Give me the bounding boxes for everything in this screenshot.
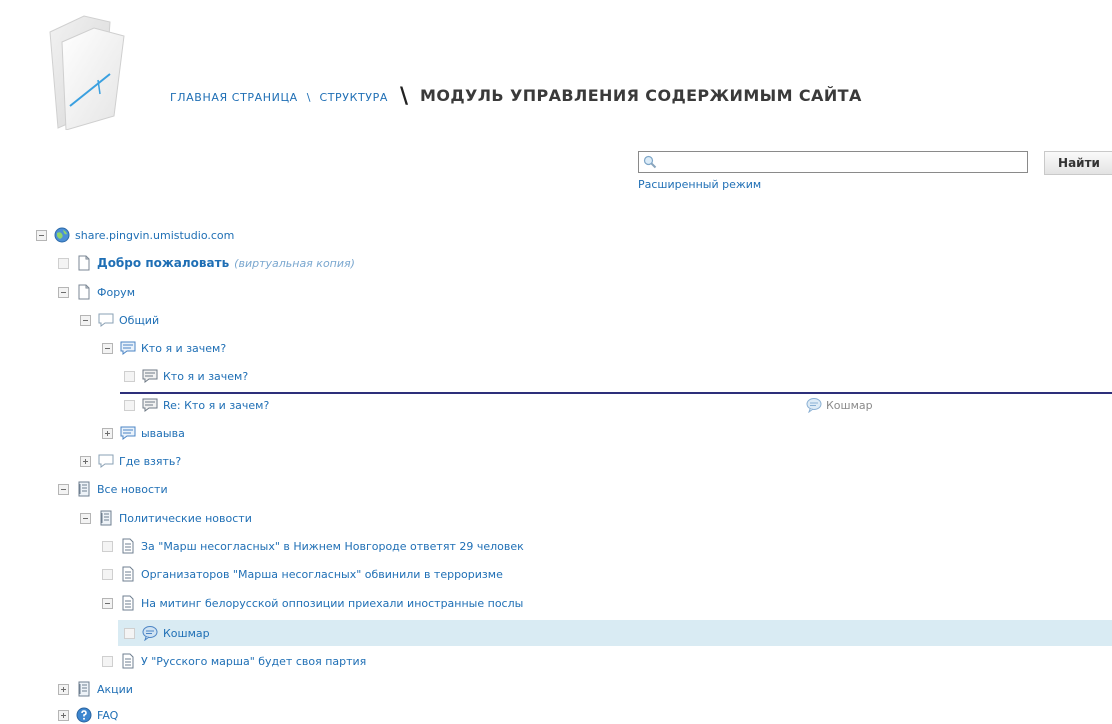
drag-ghost-label: Кошмар [826,398,873,412]
tree-label[interactable]: share.pingvin.umistudio.com [75,229,234,242]
tree-label[interactable]: Где взять? [119,455,181,468]
tree-row-news-item[interactable]: За "Марш несогласных" в Нижнем Новгороде… [102,535,524,557]
expand-toggle-icon[interactable] [58,709,69,721]
tree-label[interactable]: У "Русского марша" будет своя партия [141,655,366,668]
tree-label[interactable]: Re: Кто я и зачем? [163,399,269,412]
message-icon [142,397,158,413]
tree-row-news[interactable]: Все новости [58,478,168,500]
tree-label[interactable]: Акции [97,683,133,696]
topic-icon [120,425,136,441]
collapse-toggle-icon[interactable] [58,286,69,298]
collapse-toggle-icon[interactable] [80,512,91,524]
topic-icon [120,340,136,356]
tree-row-general[interactable]: Общий [80,309,159,331]
tree-label[interactable]: Кто я и зачем? [163,370,248,383]
message-icon [142,368,158,384]
breadcrumb-structure-link[interactable]: СТРУКТУРА [319,91,388,104]
tree-label[interactable]: Общий [119,314,159,327]
breadcrumb: ГЛАВНАЯ СТРАНИЦА \ СТРУКТУРА \ МОДУЛЬ УП… [170,82,862,109]
tree-node-marker [102,655,113,667]
tree-label[interactable]: Организаторов "Марша несогласных" обвини… [141,568,503,581]
tree-node-marker [102,540,113,552]
faq-icon [76,707,92,723]
speech-bubble-icon [98,312,114,328]
collapse-toggle-icon[interactable] [80,314,91,326]
news-item-icon [120,538,136,554]
tree-label[interactable]: За "Марш несогласных" в Нижнем Новгороде… [141,540,524,553]
title-separator: \ [399,84,409,109]
globe-icon [54,227,70,243]
tree-row-root[interactable]: share.pingvin.umistudio.com [36,224,234,246]
search-box [638,151,1028,173]
news-rubric-icon [76,481,92,497]
tree-label[interactable]: ываыва [141,427,185,440]
page-title: МОДУЛЬ УПРАВЛЕНИЯ СОДЕРЖИМЫМ САЙТА [420,86,862,105]
tree-row-message[interactable]: Re: Кто я и зачем? [124,394,269,416]
tree-label[interactable]: Форум [97,286,135,299]
tree-node-marker [102,568,113,580]
collapse-toggle-icon[interactable] [102,597,113,609]
tree-row-news-item[interactable]: У "Русского марша" будет своя партия [102,650,366,672]
tree-label[interactable]: FAQ [97,709,118,722]
news-item-icon [120,595,136,611]
tree-row-news-item[interactable]: На митинг белорусской оппозиции приехали… [102,592,523,614]
tree-row-topic[interactable]: ываыва [102,422,185,444]
news-rubric-icon [98,510,114,526]
expand-toggle-icon[interactable] [102,427,113,439]
expand-toggle-icon[interactable] [80,455,91,467]
tree-row-faq[interactable]: FAQ [58,704,118,724]
tree-node-marker [124,399,135,411]
comment-icon [142,625,158,642]
search-icon [643,155,657,172]
tree-label[interactable]: На митинг белорусской оппозиции приехали… [141,597,523,610]
tree-row-message[interactable]: Кто я и зачем? [124,365,248,387]
tree-node-marker [58,257,69,269]
tree-row-actions[interactable]: Акции [58,678,133,700]
tree-label[interactable]: Кто я и зачем? [141,342,226,355]
tree-label[interactable]: Политические новости [119,512,252,525]
comment-icon [806,397,822,414]
module-logo-icon [44,12,130,131]
news-item-icon [120,566,136,582]
tree-row-comment[interactable]: Кошмар [124,622,210,644]
news-rubric-icon [76,681,92,697]
tree-node-marker [124,627,135,639]
collapse-toggle-icon[interactable] [36,229,47,241]
tree-node-marker [124,370,135,382]
drag-ghost: Кошмар [806,397,873,414]
selected-row-highlight [118,620,1112,646]
tree-label[interactable]: Все новости [97,483,168,496]
advanced-mode-link[interactable]: Расширенный режим [638,178,761,191]
speech-bubble-icon [98,453,114,469]
tree-row-conference[interactable]: Где взять? [80,450,181,472]
collapse-toggle-icon[interactable] [58,483,69,495]
tree-row-welcome[interactable]: Добро пожаловать (виртуальная копия) [58,252,355,274]
expand-toggle-icon[interactable] [58,683,69,695]
page-icon [76,255,92,271]
tree-row-topic[interactable]: Кто я и зачем? [102,337,226,359]
tree-label[interactable]: Добро пожаловать [97,256,229,270]
page-icon [76,284,92,300]
breadcrumb-separator: \ [306,91,311,104]
search-input[interactable] [659,154,1021,170]
news-item-icon [120,653,136,669]
tree-row-news-item[interactable]: Организаторов "Марша несогласных" обвини… [102,563,503,585]
tree-row-forum[interactable]: Форум [58,281,135,303]
tree-label[interactable]: Кошмар [163,627,210,640]
tree-row-news[interactable]: Политические новости [80,507,252,529]
virtual-copy-note: (виртуальная копия) [234,256,355,270]
breadcrumb-home-link[interactable]: ГЛАВНАЯ СТРАНИЦА [170,91,298,104]
collapse-toggle-icon[interactable] [102,342,113,354]
search-button[interactable]: Найти [1044,151,1112,175]
